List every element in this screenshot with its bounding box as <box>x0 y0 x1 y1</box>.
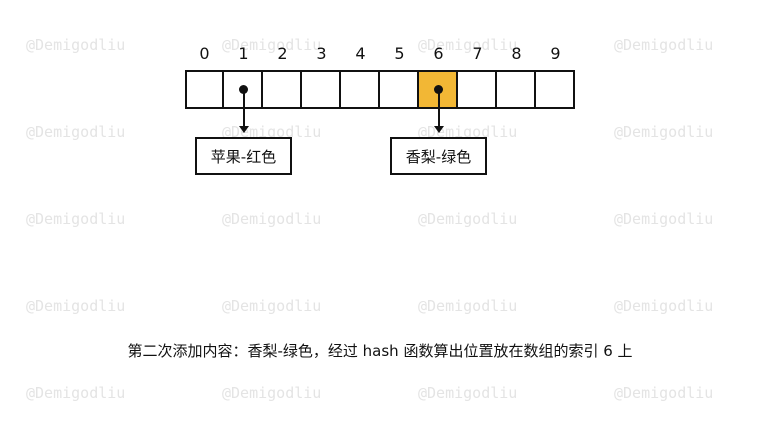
array-cell-8 <box>497 70 536 109</box>
array-index-label: 2 <box>277 44 288 63</box>
array-cell-0 <box>185 70 224 109</box>
array-cell-4 <box>341 70 380 109</box>
watermark-text: @Demigodliu <box>614 384 714 402</box>
watermark-text: @Demigodliu <box>26 297 126 315</box>
watermark-layer: @Demigodliu @Demigodliu @Demigodliu @Dem… <box>0 0 760 440</box>
array-index-label: 7 <box>472 44 483 63</box>
watermark-text: @Demigodliu <box>222 297 322 315</box>
watermark-text: @Demigodliu <box>614 36 714 54</box>
watermark-text: @Demigodliu <box>614 123 714 141</box>
arrow-head-icon <box>434 126 444 133</box>
entry-node-apple: 苹果-红色 <box>195 137 292 175</box>
arrow-head-icon <box>239 126 249 133</box>
array-index-label: 1 <box>238 44 249 63</box>
array-index-label: 0 <box>199 44 210 63</box>
array-cell-9 <box>536 70 575 109</box>
array-index-label: 9 <box>550 44 561 63</box>
array-cell-5 <box>380 70 419 109</box>
array-index-label: 8 <box>511 44 522 63</box>
watermark-text: @Demigodliu <box>222 210 322 228</box>
watermark-text: @Demigodliu <box>614 297 714 315</box>
array-index-label: 4 <box>355 44 366 63</box>
array-cell-2 <box>263 70 302 109</box>
pointer-line <box>243 90 245 128</box>
array-cell-3 <box>302 70 341 109</box>
watermark-text: @Demigodliu <box>26 36 126 54</box>
watermark-text: @Demigodliu <box>418 384 518 402</box>
watermark-text: @Demigodliu <box>26 123 126 141</box>
entry-node-pear: 香梨-绿色 <box>390 137 487 175</box>
watermark-text: @Demigodliu <box>418 210 518 228</box>
array-cell-7 <box>458 70 497 109</box>
watermark-text: @Demigodliu <box>614 210 714 228</box>
array-index-label: 6 <box>433 44 444 63</box>
watermark-text: @Demigodliu <box>222 384 322 402</box>
array-index-label: 5 <box>394 44 405 63</box>
pointer-line <box>438 90 440 128</box>
watermark-text: @Demigodliu <box>418 297 518 315</box>
watermark-text: @Demigodliu <box>26 384 126 402</box>
watermark-text: @Demigodliu <box>26 210 126 228</box>
diagram-caption: 第二次添加内容：香梨-绿色，经过 hash 函数算出位置放在数组的索引 6 上 <box>127 342 633 360</box>
array-index-label: 3 <box>316 44 327 63</box>
